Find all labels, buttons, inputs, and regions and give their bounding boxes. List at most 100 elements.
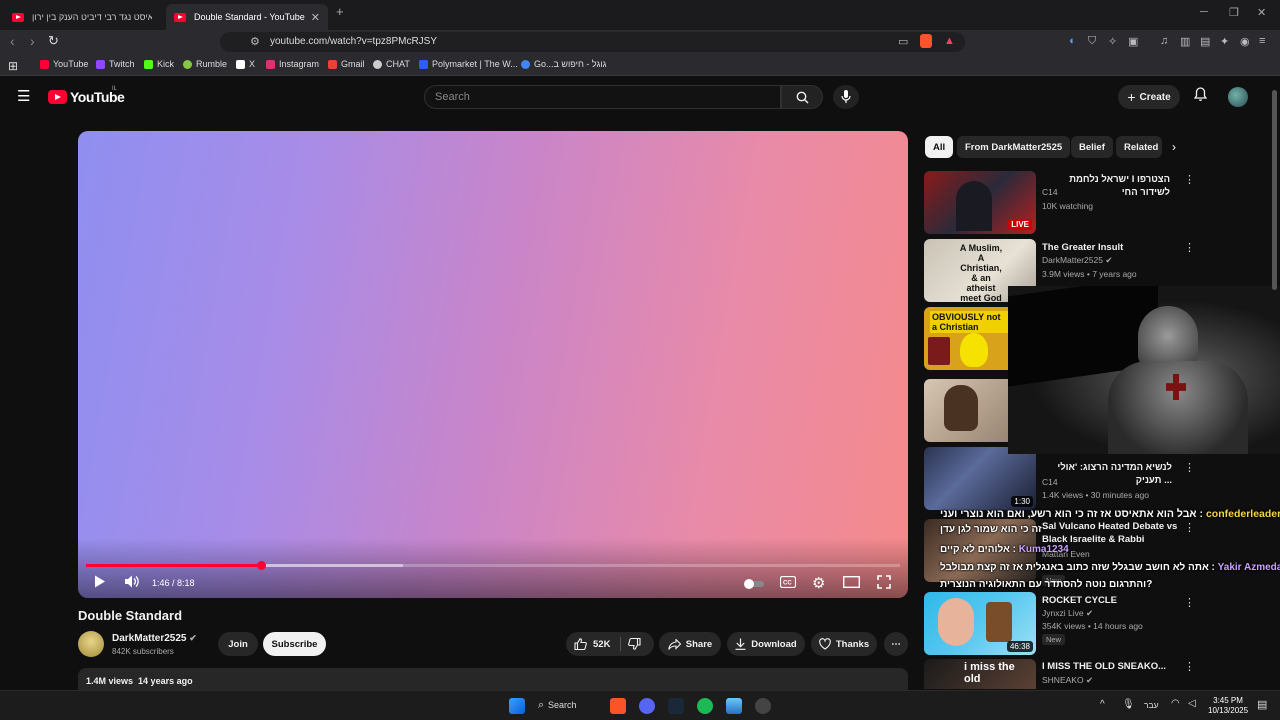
more-actions-button[interactable]: ⋯	[884, 632, 908, 656]
apps-icon[interactable]: ⊞	[8, 59, 18, 73]
wallet-icon[interactable]: ▤	[1200, 35, 1210, 48]
cast-icon[interactable]: ▭	[898, 35, 908, 48]
shield-icon[interactable]: ⛉	[1088, 35, 1096, 48]
bookmark-x[interactable]: X	[236, 59, 255, 69]
brave-shields-icon[interactable]	[920, 34, 932, 48]
google-icon	[521, 59, 530, 69]
bookmark-gmail[interactable]: Gmail	[328, 59, 365, 69]
more-vertical-icon[interactable]: ⋮	[1184, 173, 1195, 186]
fullscreen-icon[interactable]	[877, 575, 891, 592]
back-icon[interactable]: ‹	[10, 33, 15, 49]
chip-all[interactable]: All	[925, 136, 954, 158]
search-input[interactable]: Search	[424, 85, 781, 109]
extensions-icon[interactable]: ✧	[1108, 35, 1117, 48]
voice-search-button[interactable]	[833, 85, 859, 109]
chevron-right-icon[interactable]: ›	[1172, 140, 1176, 154]
clock[interactable]: 3:45 PM 10/13/2025	[1208, 696, 1248, 716]
video-player[interactable]: 1:46 / 8:18 CC ⚙	[78, 131, 908, 598]
microphone-icon[interactable]: 🎙	[1122, 699, 1135, 710]
verified-icon: ✔	[189, 633, 197, 643]
chip-belief[interactable]: Belief	[1071, 136, 1113, 158]
more-vertical-icon[interactable]: ⋮	[1184, 660, 1195, 673]
bookmark-chat[interactable]: CHAT	[373, 59, 410, 69]
more-vertical-icon[interactable]: ⋮	[1184, 241, 1195, 254]
bookmark-rumble[interactable]: Rumble	[183, 59, 227, 69]
progress-bar[interactable]	[86, 561, 900, 570]
bookmark-kick[interactable]: Kick	[144, 59, 174, 69]
channel-avatar[interactable]	[78, 631, 104, 657]
hamburger-menu-icon[interactable]: ☰	[17, 87, 30, 105]
media-icon[interactable]: ♫	[1160, 35, 1168, 47]
bookmark-twitch[interactable]: Twitch	[96, 59, 135, 69]
screenshot-icon[interactable]: ▣	[1128, 35, 1138, 48]
taskbar-search[interactable]: Search	[548, 700, 577, 710]
create-button[interactable]: + Create	[1118, 85, 1180, 109]
minimize-icon[interactable]: ─	[1200, 6, 1208, 18]
app-icon[interactable]	[755, 698, 771, 714]
more-vertical-icon[interactable]: ⋮	[1184, 596, 1195, 609]
sidebar-icon[interactable]: ▥	[1180, 35, 1190, 48]
address-bar[interactable]: ⚙ youtube.com/watch?v=tpz8PMcRJSY ▭ ▲	[220, 32, 965, 52]
recommendation-item[interactable]: 1:30 לנשיא המדינה הרצוג: 'אולי תעניק ...…	[924, 447, 1270, 511]
browser-tab[interactable]: אתאיסט נגד רבי דיביט הענק בין ירון	[4, 4, 162, 30]
leo-ai-icon[interactable]: ✦	[1220, 35, 1229, 48]
youtube-logo-icon[interactable]	[48, 90, 67, 104]
restore-icon[interactable]: ❐	[1229, 6, 1239, 19]
site-info-icon[interactable]: ⚙	[250, 35, 260, 48]
subscribe-button[interactable]: Subscribe	[263, 632, 326, 656]
recommendation-item[interactable]: 46:38 ROCKET CYCLE Jynxzi Live ✔ 354K vi…	[924, 592, 1270, 656]
bookmark-instagram[interactable]: Instagram	[266, 59, 319, 69]
brave-rewards-icon[interactable]: ▲	[944, 35, 955, 47]
close-window-icon[interactable]: ✕	[1257, 6, 1266, 19]
notifications-bell-icon[interactable]	[1193, 87, 1208, 107]
photos-icon[interactable]	[726, 698, 742, 714]
spotify-icon[interactable]	[697, 698, 713, 714]
bookmark-polymarket[interactable]: Polymarket | The W...	[419, 59, 518, 69]
join-button[interactable]: Join	[218, 632, 258, 656]
discord-icon[interactable]	[639, 698, 655, 714]
bookmark-youtube[interactable]: YouTube	[40, 59, 88, 69]
recommendation-item[interactable]: LIVE ישראל נלחמת I הצטרפו לשידור החי C14…	[924, 171, 1270, 235]
like-button[interactable]: 52K	[574, 638, 610, 650]
dislike-button[interactable]	[628, 637, 641, 653]
forward-icon[interactable]: ›	[30, 33, 35, 49]
chevron-up-icon[interactable]: ^	[1100, 699, 1105, 710]
theater-mode-icon[interactable]	[842, 575, 861, 591]
audio-icon[interactable]: ◖	[1068, 35, 1075, 47]
settings-gear-icon[interactable]: ⚙	[812, 574, 825, 592]
wifi-icon[interactable]: ◠	[1171, 698, 1180, 709]
chat-user: Kuma1234	[1018, 544, 1069, 555]
play-icon[interactable]	[94, 575, 106, 591]
page-scrollbar[interactable]	[1272, 90, 1277, 290]
close-tab-icon[interactable]: ✕	[311, 11, 320, 24]
windows-start-icon[interactable]	[509, 698, 525, 714]
create-label: Create	[1139, 91, 1171, 103]
share-button[interactable]: Share	[659, 632, 721, 656]
brave-browser-icon[interactable]	[610, 698, 626, 714]
subtitles-icon[interactable]: CC	[779, 575, 797, 591]
like-count: 52K	[593, 638, 611, 650]
volume-icon[interactable]: ◁	[1188, 698, 1196, 709]
recommendation-item[interactable]: i miss the old I MISS THE OLD SNEAKO... …	[924, 659, 1270, 689]
language-indicator[interactable]: עבר	[1144, 700, 1159, 710]
account-avatar[interactable]	[1228, 87, 1248, 107]
thanks-button[interactable]: Thanks	[811, 632, 877, 656]
steam-icon[interactable]	[668, 698, 684, 714]
reload-icon[interactable]: ↻	[48, 33, 59, 49]
more-vertical-icon[interactable]: ⋮	[1184, 521, 1195, 534]
new-tab-button[interactable]: +	[336, 4, 344, 19]
scrubber-handle[interactable]	[257, 561, 266, 570]
volume-icon[interactable]	[124, 575, 139, 591]
chip-related[interactable]: Related	[1116, 136, 1162, 158]
bookmark-google[interactable]: Go...גוגל - חיפוש ב	[521, 59, 606, 69]
search-button[interactable]	[781, 85, 823, 109]
download-button[interactable]: Download	[727, 632, 805, 656]
browser-tab-active[interactable]: Double Standard - YouTube ✕	[166, 4, 328, 30]
autoplay-toggle-icon[interactable]	[744, 577, 764, 592]
menu-icon[interactable]: ≡	[1259, 35, 1265, 47]
channel-name[interactable]: DarkMatter2525 ✔	[112, 633, 197, 644]
vpn-icon[interactable]: ◉	[1240, 35, 1250, 48]
notification-center-icon[interactable]: ▤	[1257, 698, 1267, 711]
more-vertical-icon[interactable]: ⋮	[1184, 461, 1195, 474]
chip-from-channel[interactable]: From DarkMatter2525	[957, 136, 1071, 158]
